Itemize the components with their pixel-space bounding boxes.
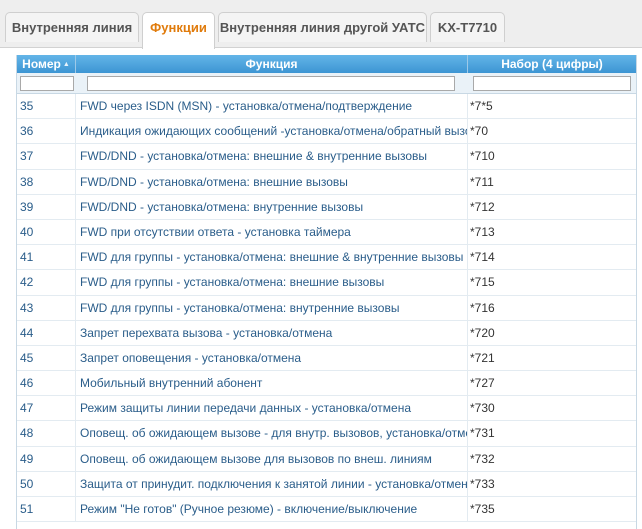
row-dial-code-cell: *721 [470, 350, 495, 365]
row-dial-code-cell: *730 [470, 401, 495, 416]
row-dial-code-cell: *70 [470, 124, 489, 139]
row-dial-code-cell: *732 [470, 451, 495, 466]
row-number-cell: 43 [17, 295, 76, 320]
row-dial-code-cell: *7*5 [470, 99, 493, 113]
row-number-cell: 36 [17, 119, 76, 144]
row-function-cell: Оповещ. об ожидающем вызове для вызовов … [76, 446, 468, 471]
sort-asc-icon: ▲ [62, 61, 70, 68]
row-function-cell: FWD через ISDN (MSN) - установка/отмена/… [76, 94, 468, 119]
table-header: Номер ▲ Функция Набор (4 цифры) [17, 55, 636, 73]
column-header-dial-code[interactable]: Набор (4 цифры) [468, 55, 636, 73]
row-dial-code-cell: *720 [470, 325, 495, 340]
row-function-cell: FWD/DND - установка/отмена: внешние & вн… [76, 144, 468, 169]
row-function-cell: FWD для группы - установка/отмена: внешн… [76, 270, 468, 295]
column-header-function[interactable]: Функция [76, 55, 468, 73]
table-body: 35 FWD через ISDN (MSN) - установка/отмен… [17, 94, 636, 523]
row-number-cell: 51 [17, 497, 76, 522]
row-dial-code-cell: *712 [470, 199, 495, 214]
table-row[interactable]: 38 FWD/DND - установка/отмена: внешние вы… [17, 169, 636, 195]
row-dial-code-cell: *711 [470, 174, 494, 189]
row-dial-code-cell: *735 [470, 502, 495, 516]
row-function-cell: Оповещ. об ожидающем вызове - для внутр.… [76, 421, 468, 446]
row-number-cell: 38 [17, 169, 76, 194]
table-row[interactable]: 37 FWD/DND - установка/отмена: внешние & … [17, 144, 636, 170]
row-number-cell: 35 [17, 94, 76, 119]
table-row[interactable]: 40 FWD при отсутствии ответа - установка … [17, 219, 636, 246]
column-header-number[interactable]: Номер ▲ [17, 55, 76, 73]
row-function-cell: FWD для группы - установка/отмена: внутр… [76, 295, 468, 320]
table-row[interactable]: 44 Запрет перехвата вызова - установка/от… [17, 320, 636, 346]
row-function-cell: Защита от принудит. подключения к занято… [76, 471, 468, 496]
row-function-cell: Запрет оповещения - установка/отмена [76, 345, 468, 371]
filter-function-input[interactable] [87, 76, 455, 91]
row-number-cell: 48 [17, 421, 76, 446]
row-number-cell: 47 [17, 396, 76, 421]
table-row[interactable]: 48 Оповещ. об ожидающем вызове - для внут… [17, 421, 636, 447]
table-row[interactable]: 35 FWD через ISDN (MSN) - установка/отмен… [17, 94, 636, 120]
row-dial-code-cell: *710 [470, 149, 495, 164]
row-dial-code-cell: *713 [470, 224, 495, 239]
table-row[interactable]: 49 Оповещ. об ожидающем вызове для вызово… [17, 446, 636, 472]
row-number-cell: 46 [17, 371, 76, 396]
row-dial-code-cell: *727 [470, 376, 495, 391]
table-row[interactable]: 46 Мобильный внутренний абонент *727 [17, 371, 636, 397]
row-function-cell: FWD/DND - установка/отмена: внутренние в… [76, 194, 468, 219]
row-function-cell: Запрет перехвата вызова - установка/отме… [76, 320, 468, 345]
table-row[interactable]: 39 FWD/DND - установка/отмена: внутренние… [17, 194, 636, 220]
row-number-cell: 39 [17, 194, 76, 219]
row-number-cell: 50 [17, 471, 76, 496]
tab-kx-t7710[interactable]: KX-T7710 [430, 12, 505, 42]
pbx-function-settings-page: Внутренняя линия Функции Внутренняя лини… [0, 0, 642, 529]
tab-features[interactable]: Функции [142, 12, 215, 49]
row-function-cell: FWD при отсутствии ответа - установка та… [76, 219, 468, 245]
tab-bar: Внутренняя линия Функции Внутренняя лини… [0, 0, 642, 49]
row-number-cell: 45 [17, 345, 76, 371]
row-number-cell: 49 [17, 446, 76, 471]
row-number-cell: 42 [17, 270, 76, 295]
row-dial-code-cell: *714 [470, 250, 495, 265]
row-dial-code-cell: *716 [470, 300, 495, 315]
row-function-cell: Режим защиты линии передачи данных - уст… [76, 396, 468, 421]
row-number-cell: 40 [17, 219, 76, 245]
row-function-cell: Режим "Не готов" (Ручное резюме) - включ… [76, 497, 468, 522]
row-dial-code-cell: *733 [470, 476, 495, 491]
table-row[interactable]: 45 Запрет оповещения - установка/отмена *7… [17, 345, 636, 372]
row-dial-code-cell: *731 [470, 426, 495, 441]
row-function-cell: FWD/DND - установка/отмена: внешние вызо… [76, 169, 468, 194]
table-row[interactable]: 47 Режим защиты линии передачи данных - у… [17, 396, 636, 422]
row-number-cell: 44 [17, 320, 76, 345]
row-number-cell: 37 [17, 144, 76, 169]
filter-row [17, 73, 636, 94]
row-function-cell: Индикация ожидающих сообщений -установка… [76, 119, 468, 144]
row-number-cell: 41 [17, 245, 76, 270]
feature-code-table: Номер ▲ Функция Набор (4 цифры) 35 FWD чер… [16, 55, 637, 529]
tab-extension[interactable]: Внутренняя линия [5, 12, 139, 42]
table-row[interactable]: 43 FWD для группы - установка/отмена: вну… [17, 295, 636, 321]
row-function-cell: Мобильный внутренний абонент [76, 371, 468, 396]
table-row[interactable]: 50 Защита от принудит. подключения к заня… [17, 471, 636, 497]
tab-other-pbx-extension[interactable]: Внутренняя линия другой УАТС [218, 12, 427, 42]
row-dial-code-cell: *715 [470, 275, 495, 290]
filter-number-input[interactable] [20, 76, 74, 91]
table-row[interactable]: 41 FWD для группы - установка/отмена: вне… [17, 245, 636, 271]
table-row[interactable]: 42 FWD для группы - установка/отмена: вне… [17, 270, 636, 296]
table-row[interactable]: 51 Режим "Не готов" (Ручное резюме) - вкл… [17, 497, 636, 523]
row-function-cell: FWD для группы - установка/отмена: внешн… [76, 245, 468, 270]
filter-dial-code-input[interactable] [473, 76, 631, 91]
table-row[interactable]: 36 Индикация ожидающих сообщений -установ… [17, 119, 636, 145]
